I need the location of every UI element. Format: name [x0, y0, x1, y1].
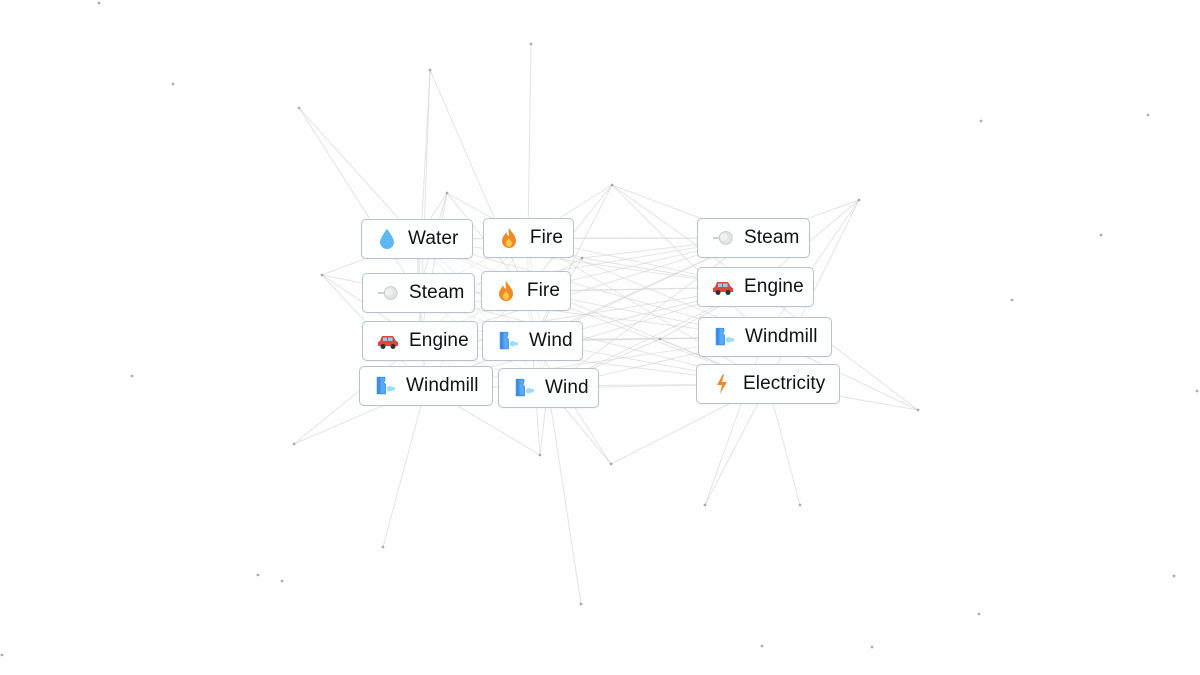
particle-dot	[870, 645, 874, 649]
item-steam[interactable]: Steam	[697, 218, 810, 258]
item-electricity[interactable]: Electricity	[696, 364, 840, 404]
connection-canvas	[0, 1, 1199, 657]
item-label: Engine	[409, 330, 469, 351]
particle-dot	[97, 1, 101, 5]
item-fire[interactable]: Fire	[483, 218, 574, 258]
item-windmill[interactable]: Windmill	[698, 317, 832, 357]
particle-dot	[381, 545, 385, 549]
particle-dot	[916, 408, 920, 412]
item-label: Steam	[744, 227, 800, 248]
connection-line	[531, 184, 613, 342]
item-label: Fire	[529, 227, 563, 248]
particle-dot	[171, 82, 175, 86]
particle-dot	[979, 119, 983, 123]
item-label: Wind	[545, 377, 589, 398]
item-water[interactable]: Water	[361, 219, 473, 259]
particle-dot	[297, 106, 301, 110]
particle-dot	[1146, 113, 1150, 117]
particle-dot	[610, 183, 614, 187]
particle-dot	[609, 462, 613, 466]
particle-dot	[977, 612, 981, 616]
particle-dot	[857, 198, 861, 202]
connection-line	[298, 107, 419, 295]
particle-dot	[292, 442, 296, 446]
wind-face-icon	[374, 375, 396, 397]
wind-face-icon	[513, 377, 535, 399]
item-fire[interactable]: Fire	[481, 271, 571, 311]
particle-dot	[280, 579, 284, 583]
water-drop-icon	[376, 228, 398, 250]
particle-dot	[658, 337, 662, 341]
item-label: Electricity	[743, 373, 826, 394]
particle-dot	[1099, 233, 1103, 237]
item-label: Wind	[529, 330, 573, 351]
fire-icon	[498, 227, 520, 249]
connection-line	[527, 43, 532, 239]
particle-dot	[320, 273, 324, 277]
item-label: Fire	[526, 280, 560, 301]
connection-line	[417, 69, 431, 295]
item-label: Steam	[409, 282, 465, 303]
particle-dot	[1195, 389, 1199, 393]
particle-dot	[130, 374, 134, 378]
item-engine[interactable]: Engine	[697, 267, 814, 307]
item-label: Engine	[744, 276, 804, 297]
particle-dot	[760, 644, 764, 648]
connection-line	[382, 386, 427, 548]
particle-dot	[529, 42, 533, 46]
item-engine[interactable]: Engine	[362, 321, 478, 361]
particle-dot	[428, 68, 432, 72]
item-label: Water	[408, 228, 459, 249]
particle-dot	[580, 256, 584, 260]
item-steam[interactable]: Steam	[362, 273, 475, 313]
lightning-icon	[711, 373, 733, 395]
item-label: Windmill	[406, 375, 479, 396]
steam-icon	[712, 227, 734, 249]
connection-line	[547, 387, 582, 605]
wind-face-icon	[713, 326, 735, 348]
car-icon	[712, 276, 734, 298]
item-wind[interactable]: Wind	[498, 368, 599, 408]
item-wind[interactable]: Wind	[482, 321, 583, 361]
particle-dots	[0, 1, 1199, 657]
particle-dot	[445, 191, 449, 195]
steam-icon	[377, 282, 399, 304]
particle-dot	[579, 602, 583, 606]
particle-dot	[256, 573, 260, 577]
particle-dot	[798, 503, 802, 507]
particle-dot	[703, 503, 707, 507]
item-label: Windmill	[745, 326, 818, 347]
fire-icon	[496, 280, 517, 302]
particle-dot	[1172, 574, 1176, 578]
particle-dot	[0, 653, 4, 657]
car-icon	[377, 330, 399, 352]
wind-face-icon	[497, 330, 519, 352]
particle-dot	[538, 453, 542, 457]
particle-dot	[1010, 298, 1014, 302]
item-windmill[interactable]: Windmill	[359, 366, 493, 406]
